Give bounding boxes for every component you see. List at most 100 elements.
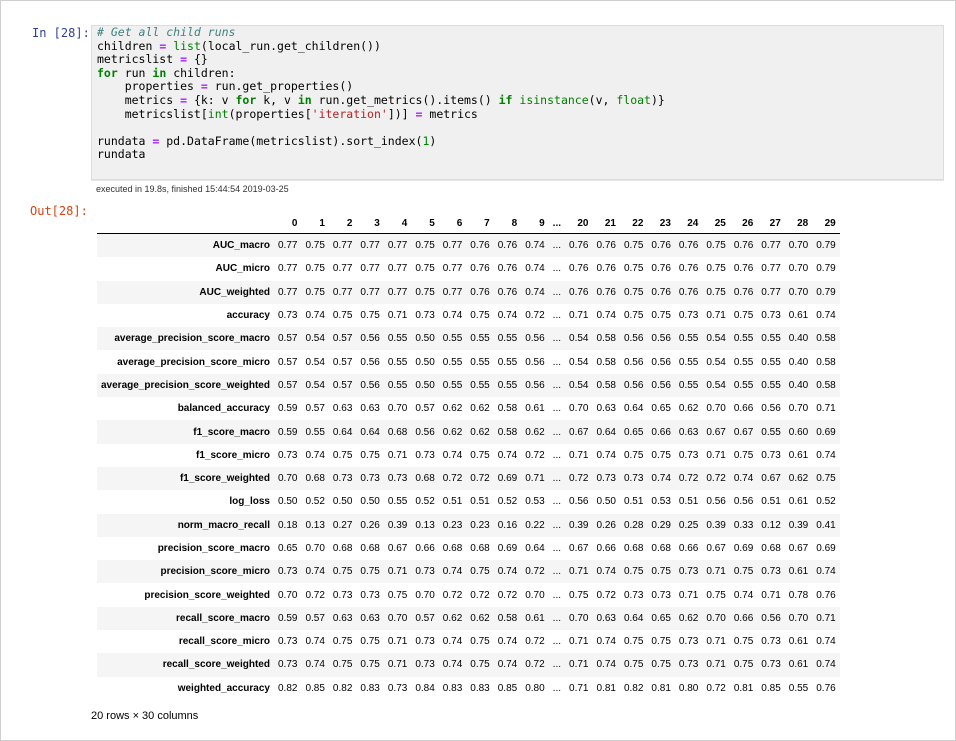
table-cell: 0.68: [332, 543, 353, 554]
table-cell: 0.50: [277, 496, 298, 508]
table-cell: 0.76: [678, 240, 699, 252]
table-cell: 0.40: [788, 356, 809, 368]
table-cell: 0.59: [277, 612, 298, 624]
table-cell: 0.80: [678, 682, 699, 694]
table-cell: 0.73: [415, 636, 435, 648]
table-cell: 0.26: [360, 519, 380, 531]
table-cell: 0.65: [651, 403, 671, 415]
code-token: properties: [97, 79, 201, 94]
table-cell: 0.77: [277, 286, 298, 298]
code-operator: =: [200, 79, 208, 94]
code-token: metrics: [97, 92, 181, 107]
table-cell: 0.77: [360, 286, 380, 298]
table-cell: 0.55: [761, 356, 781, 368]
table-cell: 0.54: [569, 379, 589, 391]
table-row: recall_score_micro 0.73 0.74 0.75 0.75 0.71 0.…: [97, 630, 840, 653]
table-cell: 0.76: [733, 240, 754, 252]
table-cell: 0.77: [360, 263, 380, 275]
table-cell: 0.73: [761, 636, 781, 648]
table-cell: 0.72: [305, 589, 325, 601]
index-corner: [97, 213, 274, 234]
table-cell: 0.73: [678, 566, 699, 578]
table-cell: 0.51: [623, 496, 644, 508]
table-cell: 0.75: [360, 310, 380, 322]
table-row: AUC_micro 0.77 0.75 0.77 0.77 0.77 0.75 0.77 0.7…: [97, 257, 840, 280]
table-cell: 0.55: [442, 356, 463, 368]
table-cell: 0.55: [470, 379, 490, 391]
table-cell: 0.53: [525, 496, 545, 508]
table-cell: 0.66: [678, 543, 699, 554]
table-cell: 0.73: [387, 682, 408, 694]
table-cell: 0.77: [277, 263, 298, 275]
table-cell: 0.73: [415, 449, 435, 461]
table-cell: ...: [552, 286, 562, 298]
table-cell: 0.55: [387, 356, 408, 368]
row-label: precision_score_weighted: [144, 589, 270, 601]
table-cell: 0.56: [623, 356, 644, 368]
table-cell: 0.76: [651, 263, 671, 275]
table-cell: 0.13: [415, 519, 435, 531]
table-cell: 0.73: [387, 473, 408, 485]
row-label: log_loss: [229, 496, 270, 508]
table-cell: 0.72: [525, 659, 545, 671]
table-cell: 0.81: [733, 682, 754, 694]
table-cell: 0.85: [497, 682, 518, 694]
table-cell: 0.68: [387, 426, 408, 438]
table-cell: 0.68: [415, 473, 435, 485]
table-cell: 0.51: [470, 496, 490, 508]
table-cell: 0.58: [596, 333, 616, 345]
table-cell: 0.71: [706, 449, 726, 461]
row-label: balanced_accuracy: [177, 403, 270, 415]
table-cell: 0.52: [497, 496, 518, 508]
table-cell: ...: [552, 496, 562, 508]
table-cell: 0.68: [623, 543, 644, 554]
table-cell: 0.75: [360, 566, 380, 578]
table-cell: 0.56: [733, 496, 754, 508]
code-token: ])]: [387, 106, 416, 121]
table-cell: 0.79: [816, 240, 836, 252]
table-cell: 0.75: [651, 310, 671, 322]
table-cell: 0.75: [623, 449, 644, 461]
table-row: f1_score_weighted 0.70 0.68 0.73 0.73 0.73 0.6…: [97, 466, 840, 491]
code-cell[interactable]: # Get all child runs children = list(loc…: [91, 25, 944, 180]
table-cell: 0.58: [497, 426, 518, 438]
table-cell: 0.73: [678, 449, 699, 461]
table-cell: 0.75: [415, 240, 435, 252]
row-label: average_precision_score_weighted: [101, 379, 270, 391]
table-cell: 0.56: [761, 403, 781, 415]
table-cell: 0.74: [497, 310, 518, 322]
table-cell: 0.85: [761, 682, 781, 694]
table-cell: 0.52: [816, 496, 836, 508]
table-cell: 0.75: [733, 659, 754, 671]
table-cell: 0.83: [442, 682, 463, 694]
code-operator: =: [180, 52, 188, 67]
table-cell: 0.58: [816, 333, 836, 345]
table-cell: 0.72: [525, 449, 545, 461]
code-token: run.get_properties(): [207, 79, 354, 94]
table-cell: 0.82: [623, 682, 644, 694]
row-label: average_precision_score_macro: [114, 333, 270, 345]
table-cell: 0.70: [788, 240, 809, 252]
table-cell: 0.74: [733, 473, 754, 485]
table-cell: ...: [552, 263, 562, 275]
table-row: balanced_accuracy 0.59 0.57 0.63 0.63 0.70 0.5…: [97, 397, 840, 420]
row-label: average_precision_score_micro: [117, 356, 270, 368]
table-cell: 0.74: [305, 449, 325, 461]
table-cell: 0.75: [305, 240, 325, 252]
code-editor[interactable]: # Get all child runs children = list(loc…: [92, 25, 943, 162]
column-header: ...: [548, 213, 566, 234]
table-cell: ...: [552, 519, 562, 531]
table-cell: 0.75: [816, 473, 836, 485]
table-cell: 0.74: [525, 263, 545, 275]
table-cell: 0.71: [761, 589, 781, 601]
table-cell: 0.77: [332, 286, 353, 298]
table-cell: 0.74: [442, 659, 463, 671]
column-header: 23: [647, 213, 675, 234]
table-cell: 0.57: [332, 356, 353, 368]
table-cell: 0.68: [651, 543, 671, 554]
table-cell: 0.75: [470, 566, 490, 578]
table-cell: ...: [552, 589, 562, 601]
column-header: 9: [521, 213, 549, 234]
row-label: recall_score_weighted: [162, 659, 270, 671]
table-cell: 0.64: [596, 426, 616, 438]
